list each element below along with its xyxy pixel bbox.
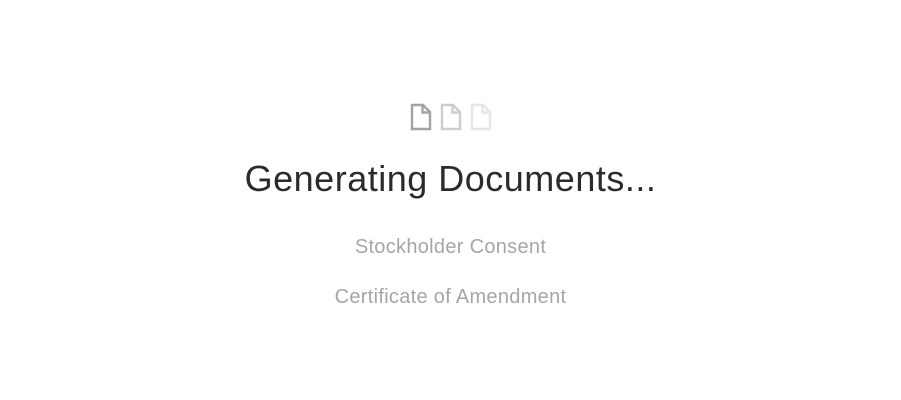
document-icons-loader <box>0 103 901 131</box>
loading-screen: Generating Documents... Stockholder Cons… <box>0 0 901 400</box>
document-icon-2 <box>440 103 462 131</box>
document-list-item-certificate-of-amendment: Certificate of Amendment <box>334 286 567 308</box>
document-list-item-stockholder-consent: Stockholder Consent <box>354 236 547 258</box>
document-list: Stockholder Consent Certificate of Amend… <box>0 233 901 333</box>
page-title: Generating Documents... <box>244 158 657 199</box>
document-icon-3 <box>470 103 492 131</box>
document-icon-1 <box>410 103 432 131</box>
